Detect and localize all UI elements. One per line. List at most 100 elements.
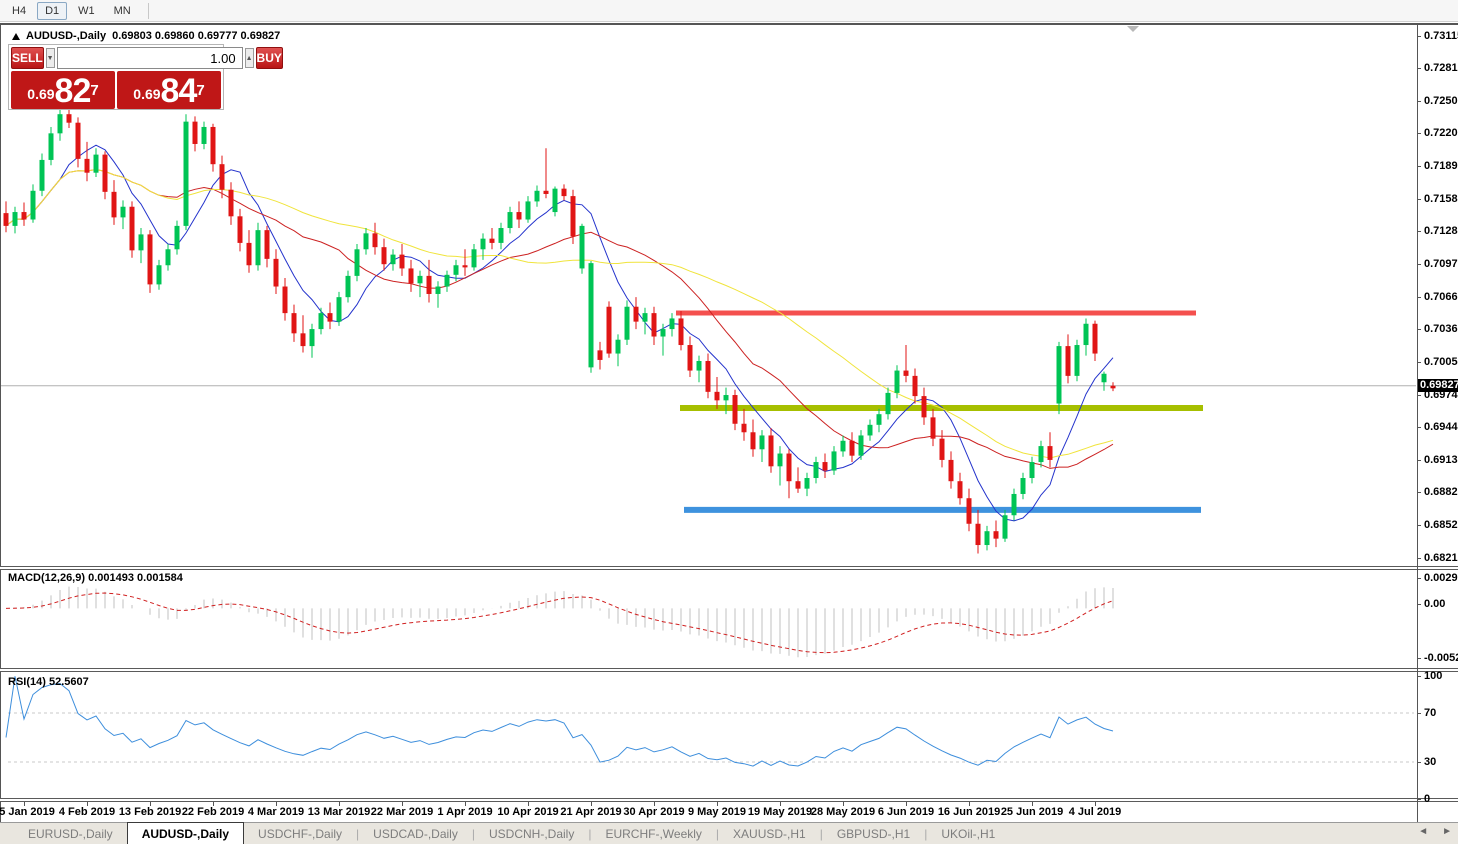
price-tick-dash [1417,525,1421,526]
macd-tick-label: 0.002984 [1424,572,1458,584]
tab-eurchf-weekly[interactable]: EURCHF-,Weekly [591,823,715,844]
sell-price-prefix: 0.69 [27,81,54,107]
date-tick-label: 4 Mar 2019 [248,806,304,818]
date-tick-label: 4 Feb 2019 [59,806,115,818]
price-tick-label: 0.72200 [1424,127,1458,139]
rsi-tick-label: 70 [1424,707,1436,719]
macd-tick-label: -0.005256 [1424,652,1458,664]
symbol-ohlc: 0.69803 0.69860 0.69777 0.69827 [112,30,280,42]
rsi-tick-label: 0 [1424,793,1430,805]
rsi-tick-label: 30 [1424,756,1436,768]
chart-tab-bar: EURUSD-,DailyAUDUSD-,DailyUSDCHF-,Daily|… [0,822,1458,844]
date-tick-label: 16 Jun 2019 [938,806,1000,818]
price-tick-label: 0.71280 [1424,225,1458,237]
price-axis[interactable] [1417,25,1418,822]
macd-indicator-layer[interactable] [6,587,1113,658]
date-tick-label: 6 Jun 2019 [878,806,934,818]
tab-audusd-daily[interactable]: AUDUSD-,Daily [127,822,244,844]
date-tick-label: 13 Feb 2019 [119,806,181,818]
date-tick-label: 25 Jun 2019 [1001,806,1063,818]
tab-scroll-right-icon[interactable]: ► [1442,826,1452,837]
main-chart-layer[interactable] [1,101,1416,553]
rsi-indicator-layer[interactable] [6,676,1414,766]
price-tick-dash [1417,558,1421,559]
volume-decrease-button[interactable]: ▼ [46,48,55,68]
rsi-tick-dash [1417,762,1421,763]
tab-scroll-arrows: ◄ ► [1418,826,1452,837]
date-tick-label: 4 Jul 2019 [1069,806,1122,818]
tab-eurusd-daily[interactable]: EURUSD-,Daily [14,823,127,844]
price-tick-label: 0.69745 [1424,389,1458,401]
date-tick-label: 22 Feb 2019 [182,806,244,818]
price-tick-label: 0.70970 [1424,258,1458,270]
buy-button[interactable]: BUY [256,47,283,69]
price-tick-label: 0.69440 [1424,421,1458,433]
price-tick-dash [1417,133,1421,134]
sell-button[interactable]: SELL [11,47,44,69]
price-tick-dash [1417,36,1421,37]
buy-price-display[interactable]: 0.69847 [117,71,221,109]
price-tick-dash [1417,231,1421,232]
tab-usdcad-daily[interactable]: USDCAD-,Daily [359,823,472,844]
macd-tick-dash [1417,578,1421,579]
rsi-tick-dash [1417,799,1421,800]
macd-label: MACD(12,26,9) 0.001493 0.001584 [8,572,183,584]
price-tick-dash [1417,297,1421,298]
price-tick-label: 0.71585 [1424,193,1458,205]
price-tick-label: 0.71890 [1424,160,1458,172]
date-tick-label: 25 Jan 2019 [0,806,55,818]
tab-gbpusd-h1[interactable]: GBPUSD-,H1 [823,823,924,844]
sell-price-display[interactable]: 0.69827 [11,71,115,109]
price-tick-dash [1417,166,1421,167]
buy-price-prefix: 0.69 [133,81,160,107]
volume-input[interactable] [57,47,243,69]
price-tick-dash [1417,199,1421,200]
price-tick-label: 0.70050 [1424,356,1458,368]
tab-usdchf-daily[interactable]: USDCHF-,Daily [244,823,356,844]
date-tick-label: 28 May 2019 [811,806,875,818]
price-tick-label: 0.70665 [1424,291,1458,303]
macd-tick-dash [1417,658,1421,659]
buy-price-main: 84 [161,75,197,107]
date-tick-label: 13 Mar 2019 [308,806,370,818]
date-tick-label: 1 Apr 2019 [437,806,492,818]
price-tick-label: 0.72810 [1424,62,1458,74]
price-tick-dash [1417,362,1421,363]
symbol-triangle-icon [12,33,20,40]
price-tick-dash [1417,460,1421,461]
macd-tick-label: 0.00 [1424,598,1445,610]
sell-price-main: 82 [55,75,91,107]
price-tick-label: 0.68825 [1424,486,1458,498]
price-tick-dash [1417,68,1421,69]
price-tick-label: 0.69130 [1424,454,1458,466]
rsi-tick-label: 100 [1424,670,1442,682]
tab-usdcnh-daily[interactable]: USDCNH-,Daily [475,823,588,844]
tab-ukoil-h1[interactable]: UKOil-,H1 [927,823,1009,844]
rsi-tick-dash [1417,676,1421,677]
price-tick-dash [1417,395,1421,396]
date-tick-label: 9 May 2019 [688,806,746,818]
price-tick-dash [1417,492,1421,493]
buy-price-pip: 7 [196,71,204,111]
candlestick-chart[interactable] [0,0,1458,844]
rsi-tick-dash [1417,713,1421,714]
price-tick-dash [1417,329,1421,330]
trading-platform-window: { "toolbar": { "timeframes": [ {"label":… [0,0,1458,844]
tab-xauusd-h1[interactable]: XAUUSD-,H1 [719,823,820,844]
macd-panel-resize-handle[interactable] [0,566,1458,570]
chart-shift-marker-icon[interactable] [1127,26,1139,32]
rsi-panel-resize-handle[interactable] [0,668,1458,672]
price-tick-label: 0.70360 [1424,323,1458,335]
date-tick-label: 21 Apr 2019 [560,806,621,818]
price-tick-dash [1417,264,1421,265]
date-tick-label: 30 Apr 2019 [623,806,684,818]
date-tick-label: 10 Apr 2019 [497,806,558,818]
tab-scroll-left-icon[interactable]: ◄ [1418,826,1428,837]
sell-price-pip: 7 [90,71,98,111]
chart-symbol-title: AUDUSD-,Daily 0.69803 0.69860 0.69777 0.… [12,30,280,42]
symbol-name: AUDUSD-,Daily [26,30,106,42]
macd-tick-dash [1417,604,1421,605]
price-tick-label: 0.68210 [1424,552,1458,564]
price-tick-dash [1417,427,1421,428]
volume-increase-button[interactable]: ▲ [245,48,254,68]
